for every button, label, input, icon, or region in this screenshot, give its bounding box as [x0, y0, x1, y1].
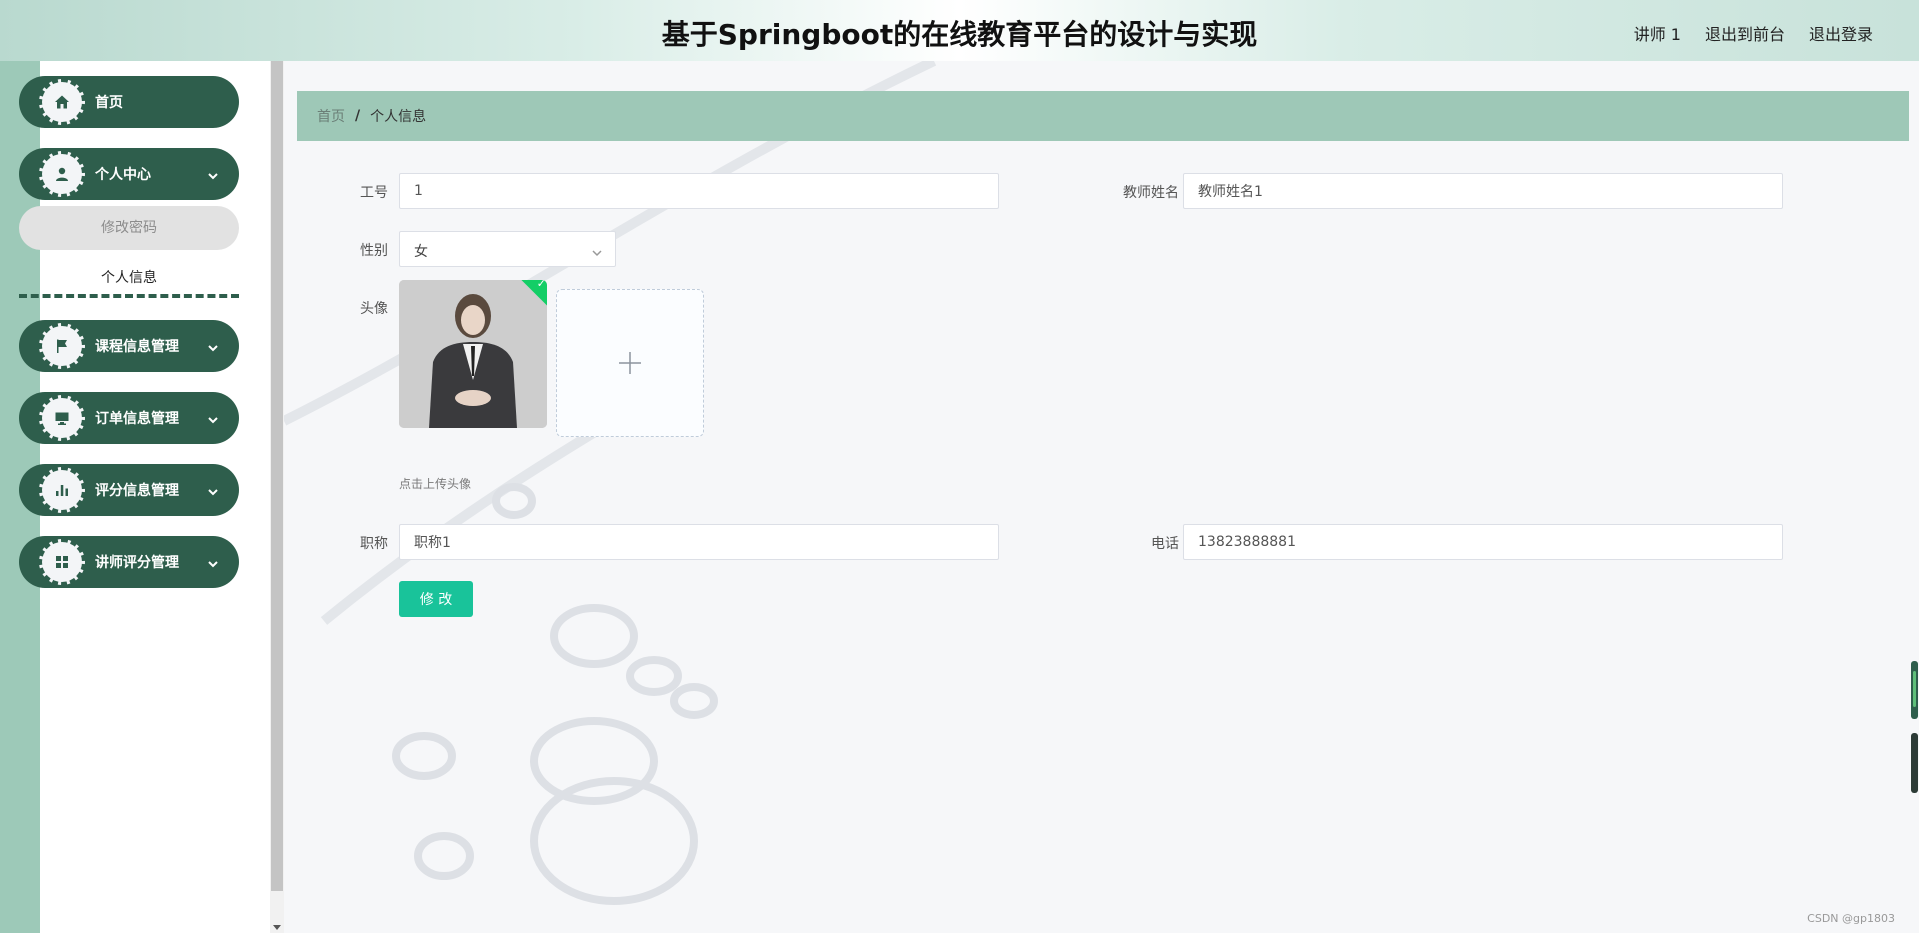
- chevron-down-icon: [207, 411, 219, 424]
- sidebar-item-rating-management[interactable]: 评分信息管理: [19, 464, 239, 516]
- bar-chart-icon: [39, 467, 85, 513]
- teacher-name-input[interactable]: [1183, 173, 1783, 209]
- employee-id-input[interactable]: [399, 173, 999, 209]
- avatar-upload-button[interactable]: [556, 289, 704, 437]
- sidebar-item-label: 课程信息管理: [95, 339, 179, 355]
- sidebar-item-course-management[interactable]: 课程信息管理: [19, 320, 239, 372]
- breadcrumb-separator: /: [355, 108, 361, 124]
- sidebar-item-label: 个人中心: [95, 167, 151, 183]
- monitor-icon: [39, 395, 85, 441]
- sidebar-scrollbar[interactable]: [270, 61, 284, 933]
- grid-icon: [39, 539, 85, 585]
- app-title: 基于Springboot的在线教育平台的设计与实现: [661, 18, 1258, 51]
- scroll-thumb-secondary[interactable]: [1911, 733, 1918, 793]
- back-to-front-link[interactable]: 退出到前台: [1705, 21, 1785, 45]
- sidebar-subitem-change-password[interactable]: 修改密码: [19, 206, 239, 250]
- avatar-upload-tip: 点击上传头像: [399, 477, 472, 491]
- sidebar-item-order-management[interactable]: 订单信息管理: [19, 392, 239, 444]
- job-title-label: 职称: [360, 536, 388, 552]
- scroll-thumb[interactable]: [1911, 661, 1918, 719]
- sidebar-item-label: 订单信息管理: [95, 411, 179, 427]
- update-button[interactable]: 修 改: [399, 581, 473, 617]
- watermark: CSDN @gp1803: [1807, 912, 1895, 925]
- chevron-down-icon: [207, 483, 219, 496]
- breadcrumb-current: 个人信息: [370, 109, 427, 125]
- phone-label: 电话: [1151, 536, 1179, 552]
- sidebar-scroll-thumb[interactable]: [271, 61, 283, 891]
- chevron-down-icon: [591, 244, 603, 257]
- chevron-down-icon: [207, 555, 219, 568]
- breadcrumb: 首页 / 个人信息: [297, 91, 1909, 141]
- sidebar-subitem-personal-info[interactable]: 个人信息: [19, 258, 239, 298]
- portrait-image: [399, 280, 547, 428]
- gender-selected-value: 女: [414, 244, 428, 260]
- sidebar-item-label: 讲师评分管理: [95, 555, 179, 571]
- gender-label: 性别: [360, 243, 388, 259]
- current-user-link[interactable]: 讲师 1: [1634, 21, 1681, 45]
- page-scrollbar[interactable]: [1909, 61, 1919, 933]
- sidebar-item-label: 首页: [95, 95, 123, 111]
- scroll-down-arrow-icon[interactable]: [273, 925, 281, 930]
- gender-select[interactable]: 女: [399, 231, 616, 267]
- header-links: 讲师 1 退出到前台 退出登录: [1634, 21, 1873, 45]
- logout-link[interactable]: 退出登录: [1809, 21, 1873, 45]
- phone-input[interactable]: [1183, 524, 1783, 560]
- sidebar-item-home[interactable]: 首页: [19, 76, 239, 128]
- sidebar-item-label: 评分信息管理: [95, 483, 179, 499]
- check-icon: ✓: [536, 280, 546, 291]
- main-content: 首页 / 个人信息 工号 教师姓名 性别 女 头像 ✓ 点击上传头像 职称 电话…: [284, 61, 1919, 933]
- plus-icon: [619, 352, 641, 374]
- employee-id-label: 工号: [360, 185, 388, 201]
- breadcrumb-home[interactable]: 首页: [317, 106, 345, 126]
- teacher-name-label: 教师姓名: [1123, 185, 1179, 201]
- top-header: 基于Springboot的在线教育平台的设计与实现 讲师 1 退出到前台 退出登…: [0, 0, 1919, 61]
- sidebar-item-teacher-rating-management[interactable]: 讲师评分管理: [19, 536, 239, 588]
- user-icon: [39, 151, 85, 197]
- sidebar-item-personal-center[interactable]: 个人中心: [19, 148, 239, 200]
- home-icon: [39, 79, 85, 125]
- chevron-down-icon: [207, 339, 219, 352]
- job-title-input[interactable]: [399, 524, 999, 560]
- avatar-image[interactable]: ✓: [399, 280, 547, 428]
- avatar-label: 头像: [360, 301, 388, 317]
- chevron-down-icon: [207, 167, 219, 180]
- flag-icon: [39, 323, 85, 369]
